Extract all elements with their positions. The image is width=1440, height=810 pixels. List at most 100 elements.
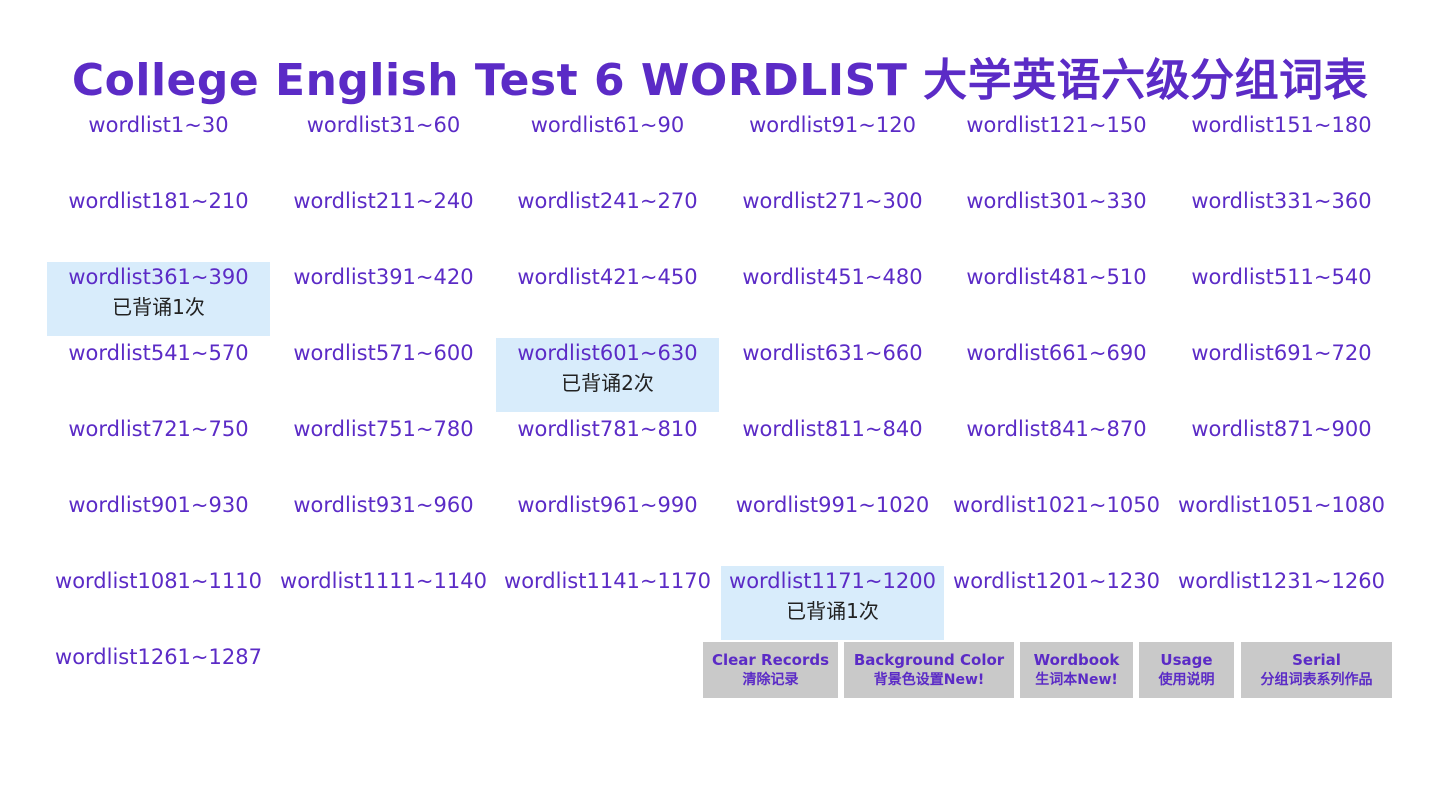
wordlist-link[interactable]: wordlist1081~1110 [47,566,270,596]
wordlist-item[interactable]: wordlist481~510 [945,262,1168,336]
wordlist-link[interactable]: wordlist631~660 [721,338,944,368]
wordlist-link[interactable]: wordlist1201~1230 [945,566,1168,596]
wordlist-item[interactable]: wordlist31~60 [272,110,495,184]
wordlist-item[interactable]: wordlist571~600 [272,338,495,412]
wordlist-item[interactable]: wordlist661~690 [945,338,1168,412]
wordlist-link[interactable]: wordlist931~960 [272,490,495,520]
wordlist-item[interactable]: wordlist991~1020 [721,490,944,564]
wordlist-item[interactable]: wordlist541~570 [47,338,270,412]
wordlist-link[interactable]: wordlist31~60 [272,110,495,140]
wordlist-link[interactable]: wordlist271~300 [721,186,944,216]
wordlist-link[interactable]: wordlist1111~1140 [272,566,495,596]
wordlist-link[interactable]: wordlist841~870 [945,414,1168,444]
wordlist-link[interactable]: wordlist241~270 [496,186,719,216]
wordlist-item[interactable]: wordlist91~120 [721,110,944,184]
wordlist-item[interactable]: wordlist1051~1080 [1170,490,1393,564]
wordlist-item[interactable]: wordlist751~780 [272,414,495,488]
wordlist-item[interactable]: wordlist841~870 [945,414,1168,488]
wordlist-link[interactable]: wordlist871~900 [1170,414,1393,444]
wordlist-link[interactable]: wordlist721~750 [47,414,270,444]
wordlist-link[interactable]: wordlist331~360 [1170,186,1393,216]
wordlist-link[interactable]: wordlist151~180 [1170,110,1393,140]
button-label-en: Background Color [853,651,1005,669]
wordlist-item[interactable]: wordlist391~420 [272,262,495,336]
wordlist-item[interactable]: wordlist1231~1260 [1170,566,1393,640]
recite-count-badge: 已背诵1次 [112,295,205,319]
wordlist-link[interactable]: wordlist421~450 [496,262,719,292]
wordlist-item[interactable]: wordlist1~30 [47,110,270,184]
wordlist-link[interactable]: wordlist781~810 [496,414,719,444]
wordlist-link[interactable]: wordlist211~240 [272,186,495,216]
wordlist-item[interactable]: wordlist871~900 [1170,414,1393,488]
wordlist-link[interactable]: wordlist1051~1080 [1170,490,1393,520]
wordlist-link[interactable]: wordlist91~120 [721,110,944,140]
recite-count-badge: 已背诵2次 [561,371,654,395]
wordlist-item[interactable]: wordlist901~930 [47,490,270,564]
wordlist-item[interactable]: wordlist451~480 [721,262,944,336]
button-label-en: Serial [1292,651,1341,669]
wordlist-link[interactable]: wordlist1231~1260 [1170,566,1393,596]
wordlist-item[interactable]: wordlist511~540 [1170,262,1393,336]
wordbook-button[interactable]: Wordbook 生词本New! [1020,642,1133,698]
wordlist-link[interactable]: wordlist121~150 [945,110,1168,140]
wordlist-item[interactable]: wordlist781~810 [496,414,719,488]
wordlist-link[interactable]: wordlist1141~1170 [496,566,719,596]
wordlist-item[interactable]: wordlist1081~1110 [47,566,270,640]
wordlist-link[interactable]: wordlist1021~1050 [945,490,1168,520]
wordlist-item[interactable]: wordlist151~180 [1170,110,1393,184]
wordlist-item[interactable]: wordlist1171~1200 已背诵1次 [721,566,944,640]
wordlist-item[interactable]: wordlist601~630 已背诵2次 [496,338,719,412]
wordlist-item[interactable]: wordlist181~210 [47,186,270,260]
wordlist-item[interactable]: wordlist1261~1287 [47,642,270,716]
button-label-en: Wordbook [1033,651,1120,669]
wordlist-item[interactable]: wordlist301~330 [945,186,1168,260]
wordlist-link[interactable]: wordlist661~690 [945,338,1168,368]
wordlist-link[interactable]: wordlist571~600 [272,338,495,368]
wordlist-item[interactable]: wordlist211~240 [272,186,495,260]
wordlist-item[interactable]: wordlist1021~1050 [945,490,1168,564]
wordlist-item[interactable]: wordlist691~720 [1170,338,1393,412]
wordlist-item[interactable]: wordlist331~360 [1170,186,1393,260]
wordlist-link[interactable]: wordlist751~780 [272,414,495,444]
serial-button[interactable]: Serial 分组词表系列作品 [1241,642,1392,698]
wordlist-link[interactable]: wordlist481~510 [945,262,1168,292]
wordlist-link[interactable]: wordlist691~720 [1170,338,1393,368]
wordlist-link[interactable]: wordlist301~330 [945,186,1168,216]
wordlist-item[interactable]: wordlist421~450 [496,262,719,336]
recite-count-badge: 已背诵1次 [786,599,879,623]
wordlist-item[interactable]: wordlist361~390 已背诵1次 [47,262,270,336]
wordlist-link[interactable]: wordlist901~930 [47,490,270,520]
wordlist-link[interactable]: wordlist391~420 [272,262,495,292]
wordlist-link[interactable]: wordlist361~390 [47,262,270,292]
wordlist-link[interactable]: wordlist811~840 [721,414,944,444]
button-label-zh: 清除记录 [742,672,799,688]
wordlist-link[interactable]: wordlist991~1020 [721,490,944,520]
button-label-zh: 生词本New! [1035,672,1118,688]
wordlist-link[interactable]: wordlist601~630 [496,338,719,368]
wordlist-link[interactable]: wordlist61~90 [496,110,719,140]
wordlist-link[interactable]: wordlist961~990 [496,490,719,520]
wordlist-item[interactable]: wordlist631~660 [721,338,944,412]
wordlist-item[interactable]: wordlist811~840 [721,414,944,488]
wordlist-link[interactable]: wordlist1171~1200 [721,566,944,596]
wordlist-link[interactable]: wordlist1~30 [47,110,270,140]
wordlist-item[interactable]: wordlist1141~1170 [496,566,719,640]
wordlist-item[interactable]: wordlist1201~1230 [945,566,1168,640]
button-label-en: Clear Records [711,651,830,669]
wordlist-link[interactable]: wordlist181~210 [47,186,270,216]
wordlist-link[interactable]: wordlist451~480 [721,262,944,292]
wordlist-item[interactable]: wordlist721~750 [47,414,270,488]
wordlist-item[interactable]: wordlist271~300 [721,186,944,260]
wordlist-item[interactable]: wordlist241~270 [496,186,719,260]
clear-records-button[interactable]: Clear Records 清除记录 [703,642,838,698]
wordlist-item[interactable]: wordlist61~90 [496,110,719,184]
wordlist-link[interactable]: wordlist1261~1287 [47,642,270,672]
usage-button[interactable]: Usage 使用说明 [1139,642,1234,698]
wordlist-item[interactable]: wordlist1111~1140 [272,566,495,640]
wordlist-link[interactable]: wordlist511~540 [1170,262,1393,292]
wordlist-link[interactable]: wordlist541~570 [47,338,270,368]
wordlist-item[interactable]: wordlist931~960 [272,490,495,564]
wordlist-item[interactable]: wordlist121~150 [945,110,1168,184]
wordlist-item[interactable]: wordlist961~990 [496,490,719,564]
background-color-button[interactable]: Background Color 背景色设置New! [844,642,1014,698]
